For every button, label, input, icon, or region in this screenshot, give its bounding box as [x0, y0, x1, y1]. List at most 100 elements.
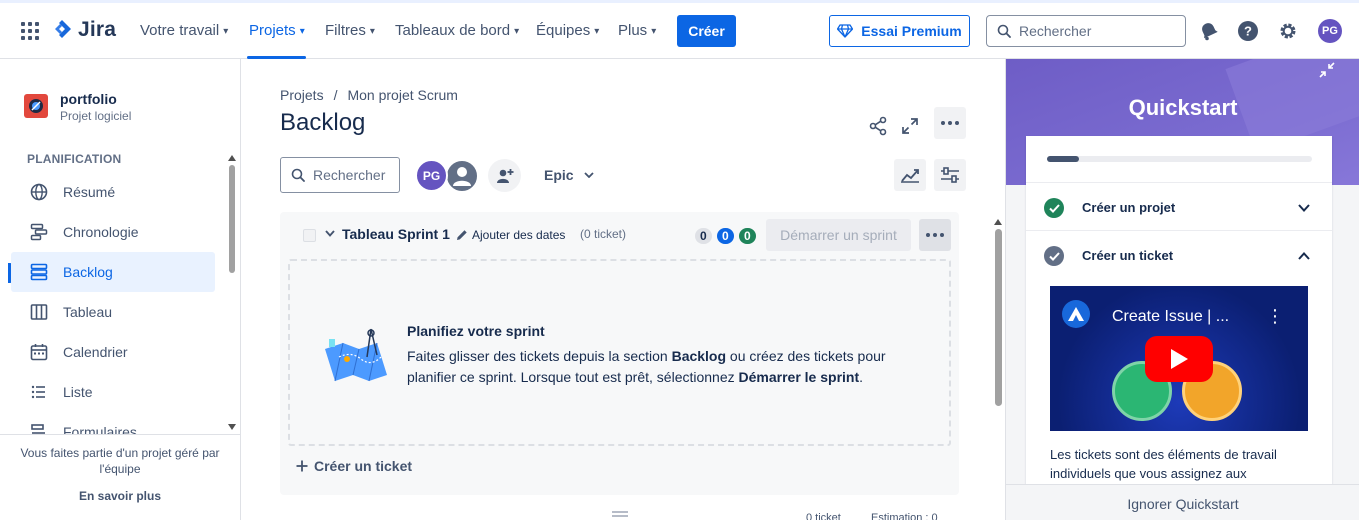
breadcrumb-projects[interactable]: Projets [280, 87, 324, 103]
plan-text-part: Faites glisser des tickets depuis la sec… [407, 348, 672, 364]
drag-handle-icon[interactable] [612, 511, 628, 517]
create-ticket-label: Créer un ticket [314, 458, 413, 474]
chevron-down-icon: ▾ [514, 26, 520, 37]
quickstart-progress-bar [1047, 156, 1312, 162]
create-ticket-button[interactable]: Créer un ticket [296, 458, 412, 474]
sidebar-item-timeline[interactable]: Chronologie [11, 212, 215, 252]
nav-dashboards[interactable]: Tableaux de bord ▾ [395, 22, 519, 39]
quickstart-title: Quickstart [1128, 95, 1238, 120]
chevron-down-icon: ▾ [651, 26, 657, 37]
atlassian-logo-icon [1062, 300, 1090, 328]
global-search-input[interactable]: Rechercher [986, 15, 1186, 47]
task-label: Créer un ticket [1082, 248, 1174, 263]
premium-trial-label: Essai Premium [861, 23, 962, 39]
premium-trial-button[interactable]: Essai Premium [829, 15, 970, 47]
video-menu-icon[interactable]: ⋮ [1266, 306, 1284, 327]
create-button[interactable]: Créer [677, 15, 736, 47]
help-icon[interactable]: ? [1237, 20, 1259, 42]
project-avatar-icon[interactable] [24, 94, 48, 118]
global-search-placeholder: Rechercher [1019, 23, 1092, 39]
settings-gear-icon[interactable] [1277, 20, 1299, 42]
nav-your-work[interactable]: Votre travail ▾ [140, 22, 228, 39]
sidebar-item-summary[interactable]: Résumé [11, 172, 215, 212]
add-people-button[interactable] [488, 159, 521, 192]
sidebar-item-list[interactable]: Liste [11, 372, 215, 412]
tutorial-video[interactable]: Create Issue | ... ⋮ [1050, 286, 1308, 431]
top-navigation: Jira Votre travail ▾ Projets ▾ Filtres ▾ Ta… [0, 0, 1359, 59]
chevron-down-icon: ▾ [299, 26, 305, 37]
sprint-ticket-count: (0 ticket) [580, 227, 627, 241]
project-type: Projet logiciel [60, 109, 132, 123]
project-sidebar: portfolio Projet logiciel PLANIFICATION … [0, 59, 241, 520]
chevron-down-icon [583, 172, 594, 178]
notifications-icon[interactable] [1198, 20, 1220, 42]
sidebar-item-backlog[interactable]: Backlog [11, 252, 215, 292]
main-scrollbar[interactable] [993, 219, 1003, 520]
sidebar-section-title: PLANIFICATION [27, 152, 122, 166]
video-title: Create Issue | ... [1112, 308, 1230, 325]
share-icon[interactable] [862, 110, 894, 142]
sidebar-item-label: Chronologie [63, 224, 139, 240]
user-avatar[interactable]: PG [1318, 19, 1342, 43]
task-description: Les tickets sont des éléments de travail… [1050, 447, 1277, 481]
task-label: Créer un projet [1082, 200, 1176, 215]
nav-more[interactable]: Plus ▾ [618, 22, 656, 39]
plan-sprint-text: Faites glisser des tickets depuis la sec… [407, 346, 907, 388]
start-sprint-button[interactable]: Démarrer un sprint [766, 219, 911, 251]
check-circle-icon [1044, 246, 1064, 266]
chevron-down-icon: ▾ [369, 26, 375, 37]
sprint-drop-zone[interactable]: Planifiez votre sprint Faites glisser de… [288, 259, 951, 446]
filter-user-avatar[interactable]: PG [415, 159, 448, 192]
jira-logo[interactable]: Jira [52, 18, 116, 42]
backlog-search-input[interactable]: Rechercher [280, 157, 400, 193]
search-icon [997, 24, 1011, 38]
page-title: Backlog [280, 109, 366, 136]
add-dates-label: Ajouter des dates [472, 228, 566, 242]
plan-sprint-title: Planifiez votre sprint [407, 323, 545, 339]
learn-more-link[interactable]: En savoir plus [0, 489, 240, 503]
collapse-panel-icon[interactable] [1316, 59, 1338, 81]
play-button-icon[interactable] [1145, 336, 1213, 382]
breadcrumb-project[interactable]: Mon projet Scrum [347, 87, 457, 103]
add-dates-button[interactable]: Ajouter des dates [456, 228, 565, 242]
app-switcher-icon[interactable] [21, 22, 39, 40]
ignore-quickstart-link[interactable]: Ignorer Quickstart [1006, 496, 1359, 512]
insights-button[interactable] [894, 159, 926, 191]
nav-projects[interactable]: Projets ▾ [249, 22, 305, 39]
sprint-planning-illustration [325, 328, 387, 382]
nav-filters[interactable]: Filtres ▾ [325, 22, 375, 39]
breadcrumb-separator: / [333, 87, 338, 103]
expand-icon[interactable] [894, 110, 926, 142]
more-dots-icon [926, 233, 944, 237]
quickstart-footer: Ignorer Quickstart [1006, 484, 1359, 520]
unassigned-avatar[interactable] [445, 159, 479, 193]
backlog-header-strip: 0 ticket Estimation : 0 [600, 508, 980, 520]
backlog-estimation: Estimation : 0 [871, 512, 938, 520]
diamond-icon [837, 24, 854, 38]
plus-icon [296, 460, 308, 472]
sidebar-scrollbar[interactable] [228, 155, 236, 431]
epic-filter-dropdown[interactable]: Epic [536, 159, 602, 191]
task-create-project[interactable]: Créer un projet [1026, 182, 1332, 230]
chevron-down-icon: ▾ [223, 26, 229, 37]
sprint-container: Tableau Sprint 1 Ajouter des dates (0 ti… [280, 212, 959, 495]
task-create-ticket[interactable]: Créer un ticket [1026, 230, 1332, 278]
collapse-chevron-icon[interactable] [325, 226, 335, 240]
quickstart-progress-fill [1047, 156, 1079, 162]
chevron-down-icon[interactable] [1294, 198, 1314, 218]
sprint-more-button[interactable] [919, 219, 951, 251]
chevron-up-icon[interactable] [1294, 246, 1314, 266]
jira-logo-text: Jira [78, 18, 117, 41]
view-settings-button[interactable] [934, 159, 966, 191]
list-icon [29, 382, 49, 402]
backlog-search-placeholder: Rechercher [313, 167, 386, 183]
sidebar-item-calendar[interactable]: Calendrier [11, 332, 215, 372]
project-name[interactable]: portfolio [60, 91, 117, 107]
plan-text-bold: Démarrer le sprint [738, 369, 860, 385]
sprint-select-checkbox[interactable] [303, 229, 316, 242]
sidebar-item-board[interactable]: Tableau [11, 292, 215, 332]
nav-dashboards-label: Tableaux de bord [395, 22, 511, 39]
nav-teams[interactable]: Équipes ▾ [536, 22, 599, 39]
more-actions-button[interactable] [934, 107, 966, 139]
nav-teams-label: Équipes [536, 22, 591, 39]
